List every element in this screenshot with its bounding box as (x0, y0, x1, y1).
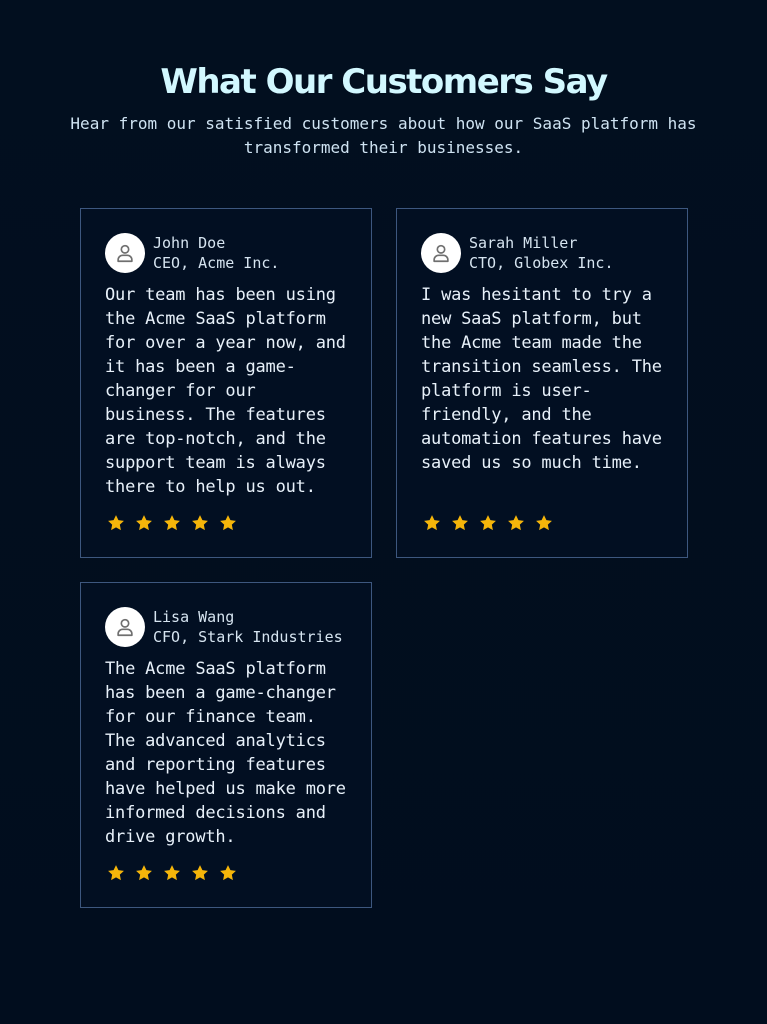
testimonial-quote: Our team has been using the Acme SaaS pl… (105, 285, 346, 497)
customer-name: Lisa Wang (153, 608, 235, 626)
testimonial-header: Lisa Wang CFO, Stark Industries (105, 607, 347, 647)
customer-name: Sarah Miller (469, 234, 578, 252)
star-icon (136, 865, 152, 881)
testimonial-card: John Doe CEO, Acme Inc. Our team has bee… (80, 208, 372, 558)
customer-name: John Doe (153, 234, 226, 252)
star-rating (421, 513, 555, 533)
user-icon (117, 244, 133, 263)
section-subtitle: Hear from our satisfied customers about … (70, 114, 697, 157)
star-icon (164, 865, 180, 881)
testimonial-card: Lisa Wang CFO, Stark Industries The Acme… (80, 582, 372, 908)
star-icon (108, 515, 124, 531)
user-icon (117, 618, 133, 637)
star-icon (108, 865, 124, 881)
star-icon (192, 865, 208, 881)
customer-role: CEO, Acme Inc. (153, 254, 280, 272)
testimonial-header: Sarah Miller CTO, Globex Inc. (421, 233, 663, 273)
testimonial-quote: I was hesitant to try a new SaaS platfor… (421, 285, 662, 473)
section-title: What Our Customers Say (160, 62, 608, 102)
testimonial-header: John Doe CEO, Acme Inc. (105, 233, 347, 273)
testimonials-section: What Our Customers Say Hear from our sat… (0, 0, 767, 1024)
star-rating (105, 513, 239, 533)
star-icon (220, 865, 236, 881)
avatar (105, 233, 145, 273)
star-icon (536, 515, 552, 531)
star-icon (480, 515, 496, 531)
star-icon (424, 515, 440, 531)
star-icon (220, 515, 236, 531)
avatar (105, 607, 145, 647)
star-icon (452, 515, 468, 531)
star-rating (105, 863, 239, 883)
avatar (421, 233, 461, 273)
customer-role: CFO, Stark Industries (153, 628, 343, 646)
star-icon (136, 515, 152, 531)
star-icon (164, 515, 180, 531)
star-icon (508, 515, 524, 531)
testimonial-card: Sarah Miller CTO, Globex Inc. I was hesi… (396, 208, 688, 558)
user-icon (433, 244, 449, 263)
star-icon (192, 515, 208, 531)
testimonial-quote: The Acme SaaS platform has been a game-c… (105, 659, 346, 847)
customer-role: CTO, Globex Inc. (469, 254, 614, 272)
